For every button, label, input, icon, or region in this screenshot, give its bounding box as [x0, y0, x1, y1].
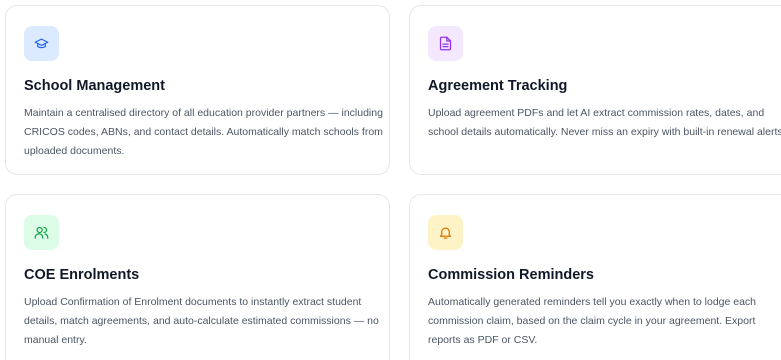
feature-description: Automatically generated reminders tell y…	[428, 296, 757, 346]
document-icon	[428, 26, 463, 61]
feature-title: Commission Reminders	[428, 267, 594, 283]
users-icon	[24, 215, 59, 250]
graduation-cap-icon	[24, 26, 59, 61]
feature-card-coe-enrolments: COE Enrolments Upload Confirmation of En…	[5, 194, 390, 360]
feature-description: Upload Confirmation of Enrolment documen…	[24, 296, 379, 346]
feature-card-commission-reminders: Commission Reminders Automatically gener…	[409, 194, 781, 360]
feature-card-agreement-tracking: Agreement Tracking Upload agreement PDFs…	[409, 5, 781, 175]
feature-description: Upload agreement PDFs and let AI extract…	[428, 107, 781, 138]
feature-title: Agreement Tracking	[428, 78, 568, 94]
feature-description: Maintain a centralised directory of all …	[24, 107, 383, 157]
bell-icon	[428, 215, 463, 250]
features-grid: School Management Maintain a centralised…	[0, 0, 781, 360]
feature-title: COE Enrolments	[24, 267, 140, 283]
feature-title: School Management	[24, 78, 165, 94]
feature-card-school-management: School Management Maintain a centralised…	[5, 5, 390, 175]
